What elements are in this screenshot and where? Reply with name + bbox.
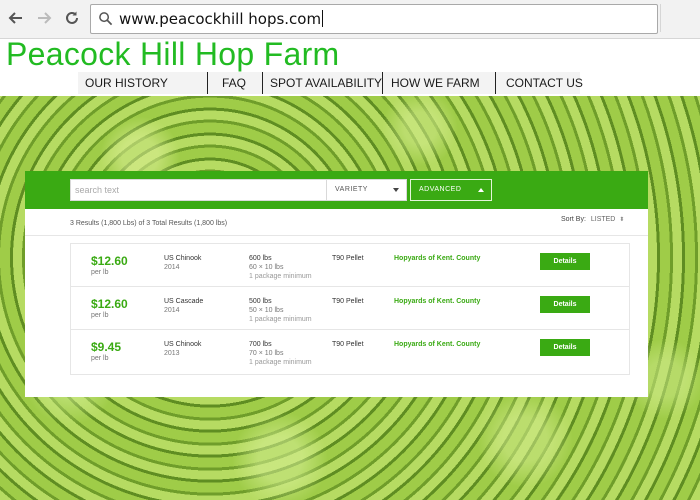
listing-minimum: 1 package minimum: [249, 273, 312, 280]
sort-label: Sort By:: [561, 216, 586, 223]
search-field: [70, 179, 345, 201]
search-bar: VARIETY ADVANCED: [25, 171, 648, 209]
advanced-dropdown[interactable]: ADVANCED: [410, 179, 492, 201]
back-arrow-icon[interactable]: [6, 8, 26, 28]
listing-seller-link[interactable]: Hopyards of Kent. County: [394, 255, 480, 262]
sort-control[interactable]: Sort By: LISTED ⬍: [561, 216, 624, 223]
menu-item-our-history[interactable]: OUR HISTORY: [78, 72, 208, 94]
url-text: www.peacockhill hops.com: [119, 10, 324, 28]
menu-item-faq[interactable]: FAQ: [208, 72, 263, 94]
variety-dropdown[interactable]: VARIETY: [326, 179, 407, 201]
caret-down-icon: [393, 188, 399, 192]
listing-seller-link[interactable]: Hopyards of Kent. County: [394, 298, 480, 305]
listing-year: 2014: [164, 307, 180, 314]
results-list: $12.60 per lb US Chinook 2014 600 lbs 60…: [70, 243, 630, 375]
search-icon: [99, 12, 113, 26]
listing-pack: 50 × 10 lbs: [249, 307, 284, 314]
menu-item-spot-availability[interactable]: SPOT AVAILABILITY: [263, 72, 383, 94]
listing-price: $9.45: [91, 340, 122, 354]
listing-minimum: 1 package minimum: [249, 316, 312, 323]
caret-up-icon: [478, 188, 484, 192]
details-button[interactable]: Details: [540, 339, 590, 356]
details-button[interactable]: Details: [540, 296, 590, 313]
listing-year: 2014: [164, 264, 180, 271]
results-summary: 3 Results (1,800 Lbs) of 3 Total Results…: [70, 220, 228, 227]
listing-minimum: 1 package minimum: [249, 359, 312, 366]
sort-value[interactable]: LISTED: [591, 216, 616, 223]
listing-variety: US Cascade: [164, 298, 204, 305]
listing-row: $12.60 per lb US Chinook 2014 600 lbs 60…: [71, 244, 629, 287]
address-bar[interactable]: www.peacockhill hops.com: [90, 4, 658, 34]
listing-row: $12.60 per lb US Cascade 2014 500 lbs 50…: [71, 287, 629, 330]
sort-arrows-icon: ⬍: [619, 217, 625, 223]
variety-dropdown-label: VARIETY: [335, 186, 368, 193]
listing-quantity: 700 lbs: [249, 341, 272, 348]
toolbar-extension-area: [660, 4, 700, 32]
listing-form: T90 Pellet: [332, 255, 364, 262]
listing-variety: US Chinook: [164, 255, 202, 262]
listing-price: $12.60: [91, 297, 128, 311]
listing-pack: 70 × 10 lbs: [249, 350, 284, 357]
listing-pack: 60 × 10 lbs: [249, 264, 284, 271]
listing-form: T90 Pellet: [332, 298, 364, 305]
listing-seller-link[interactable]: Hopyards of Kent. County: [394, 341, 480, 348]
listing-form: T90 Pellet: [332, 341, 364, 348]
advanced-dropdown-label: ADVANCED: [419, 186, 462, 193]
listing-unit: per lb: [91, 269, 109, 276]
main-menu: OUR HISTORY FAQ SPOT AVAILABILITY HOW WE…: [78, 72, 583, 94]
listing-variety: US Chinook: [164, 341, 202, 348]
listing-unit: per lb: [91, 355, 109, 362]
listing-price: $12.60: [91, 254, 128, 268]
reload-icon[interactable]: [62, 8, 82, 28]
listing-unit: per lb: [91, 312, 109, 319]
forward-arrow-icon[interactable]: [34, 8, 54, 28]
availability-panel: VARIETY ADVANCED 3 Results (1,800 Lbs) o…: [25, 171, 648, 397]
details-button[interactable]: Details: [540, 253, 590, 270]
menu-item-contact-us[interactable]: CONTACT US: [496, 72, 583, 94]
listing-quantity: 600 lbs: [249, 255, 272, 262]
site-title[interactable]: Peacock Hill Hop Farm: [6, 36, 340, 73]
listing-year: 2013: [164, 350, 180, 357]
listing-row: $9.45 per lb US Chinook 2013 700 lbs 70 …: [71, 330, 629, 373]
browser-toolbar: www.peacockhill hops.com: [0, 0, 700, 39]
listing-quantity: 500 lbs: [249, 298, 272, 305]
site-header: Peacock Hill Hop Farm OUR HISTORY FAQ SP…: [0, 36, 700, 96]
menu-item-how-we-farm[interactable]: HOW WE FARM: [383, 72, 496, 94]
results-bar: 3 Results (1,800 Lbs) of 3 Total Results…: [25, 209, 648, 236]
search-input[interactable]: [71, 180, 325, 200]
